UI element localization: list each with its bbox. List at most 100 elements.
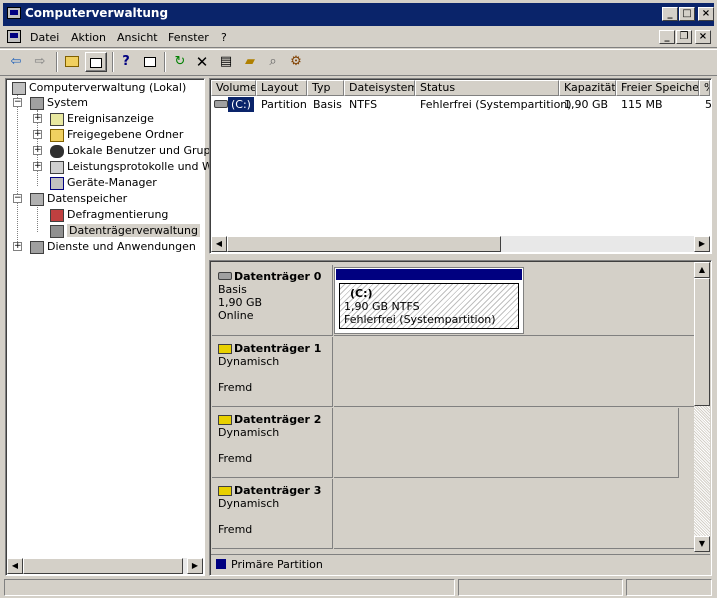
tree-root-label: Computerverwaltung (Lokal) — [29, 81, 187, 94]
warning-disk-icon — [218, 486, 232, 496]
window-title: Computerverwaltung — [25, 6, 169, 20]
disk-0-label[interactable]: Datenträger 0 Basis 1,90 GB Online — [212, 265, 333, 336]
tree-item-ereignisanzeige[interactable]: Ereignisanzeige — [50, 112, 154, 126]
storage-icon — [30, 192, 44, 206]
col-kapazitaet[interactable]: Kapazität — [559, 80, 616, 96]
expand-toggle-perf[interactable]: + — [33, 162, 42, 171]
status-cell-3 — [626, 579, 712, 596]
col-volume[interactable]: Volume — [211, 80, 256, 96]
cell-capacity: 1,90 GB — [564, 98, 609, 111]
show-hide-tree-icon[interactable] — [85, 52, 107, 72]
up-folder-icon[interactable] — [62, 52, 82, 72]
drive-icon — [214, 100, 228, 108]
partition-c[interactable]: (C:) 1,90 GB NTFS Fehlerfrei (Systempart… — [334, 267, 524, 334]
cell-fs: NTFS — [349, 98, 378, 111]
help-window-icon[interactable] — [140, 52, 160, 72]
warning-disk-icon — [218, 344, 232, 354]
list-scroll-right-button[interactable]: ▶ — [694, 236, 710, 252]
delete-icon[interactable]: ✕ — [192, 52, 212, 72]
disk-management-icon — [50, 224, 64, 238]
col-layout[interactable]: Layout — [256, 80, 307, 96]
refresh-icon[interactable]: ↻ — [170, 52, 190, 72]
cell-free: 115 MB — [621, 98, 663, 111]
col-dateisystem[interactable]: Dateisystem — [344, 80, 415, 96]
list-scroll-thumb[interactable] — [227, 236, 501, 252]
disk-0-size: 1,90 GB — [218, 296, 263, 309]
expand-toggle-shared[interactable]: + — [33, 130, 42, 139]
col-status[interactable]: Status — [415, 80, 559, 96]
tree-item-disk-management[interactable]: Datenträgerverwaltung — [50, 224, 200, 238]
legend-swatch — [216, 559, 226, 569]
back-icon[interactable]: ⇦ — [6, 52, 26, 72]
menu-ansicht[interactable]: Ansicht — [117, 31, 158, 44]
status-cell-main — [4, 579, 455, 596]
tree-item-defrag[interactable]: Defragmentierung — [50, 208, 168, 222]
col-percent[interactable]: % — [699, 80, 710, 96]
expand-toggle-services[interactable]: + — [13, 242, 22, 251]
expand-toggle-system[interactable]: − — [13, 98, 22, 107]
tree-item-local-users[interactable]: Lokale Benutzer und Gruppe — [50, 144, 224, 158]
tree-item-system[interactable]: System — [30, 96, 88, 110]
disk-0-state: Online — [218, 309, 254, 322]
shared-folder-icon — [50, 128, 64, 142]
app-menu-icon[interactable] — [7, 30, 21, 43]
search-icon[interactable]: ⌕ — [263, 52, 283, 72]
disk-2-area — [334, 408, 679, 478]
scroll-down-button[interactable]: ▼ — [694, 536, 710, 552]
cell-typ: Basis — [313, 98, 342, 111]
menu-datei[interactable]: Datei — [30, 31, 59, 44]
warning-disk-icon — [218, 415, 232, 425]
expand-toggle-storage[interactable]: − — [13, 194, 22, 203]
menu-aktion[interactable]: Aktion — [71, 31, 106, 44]
tree-item-services[interactable]: Dienste und Anwendungen — [30, 240, 196, 254]
scroll-right-button[interactable]: ▶ — [187, 558, 203, 574]
list-scroll-left-button[interactable]: ◀ — [211, 236, 227, 252]
tree-item-performance-logs[interactable]: Leistungsprotokolle und War — [50, 160, 223, 174]
tree-item-shared-folders[interactable]: Freigegebene Ordner — [50, 128, 183, 142]
partition-c-label: (C:) — [350, 287, 373, 300]
col-freier-speicher[interactable]: Freier Speicher — [616, 80, 699, 96]
menu-bar: Datei Aktion Ansicht Fenster ? _ ❐ × — [0, 26, 717, 48]
expand-toggle-events[interactable]: + — [33, 114, 42, 123]
disk-0-type: Basis — [218, 283, 247, 296]
partition-c-status: Fehlerfrei (Systempartition) — [344, 313, 496, 326]
tree-item-storage[interactable]: Datenspeicher — [30, 192, 127, 206]
partition-c-size: 1,90 GB NTFS — [344, 300, 420, 313]
minimize-button[interactable]: _ — [662, 7, 678, 21]
legend-bar: Primäre Partition — [211, 554, 710, 574]
tree-item-device-manager[interactable]: Geräte-Manager — [50, 176, 157, 190]
performance-icon — [50, 160, 64, 174]
defrag-icon — [50, 208, 64, 222]
tree-root[interactable]: Computerverwaltung (Lokal) — [12, 81, 186, 95]
disk-3-label[interactable]: Datenträger 3 Dynamisch Fremd — [212, 479, 333, 549]
disk-1-label[interactable]: Datenträger 1 Dynamisch Fremd — [212, 337, 333, 407]
system-tools-icon — [30, 96, 44, 110]
disk-1-area — [334, 337, 696, 407]
vscroll-thumb[interactable] — [694, 278, 710, 406]
properties-icon[interactable]: ▤ — [216, 52, 236, 72]
child-close-button[interactable]: × — [695, 30, 711, 44]
menu-help[interactable]: ? — [221, 31, 227, 44]
scroll-thumb[interactable] — [23, 558, 183, 574]
settings-icon[interactable]: ⚙ — [286, 52, 306, 72]
child-minimize-button[interactable]: _ — [659, 30, 675, 44]
properties-help-icon[interactable]: ? — [116, 52, 136, 72]
title-bar[interactable]: Computerverwaltung _ □ × — [0, 0, 717, 26]
status-cell-2 — [458, 579, 623, 596]
col-typ[interactable]: Typ — [307, 80, 344, 96]
close-button[interactable]: × — [698, 7, 714, 21]
table-row[interactable]: (C:) Partition Basis NTFS Fehlerfrei (Sy… — [211, 97, 712, 113]
cell-volume: (C:) — [228, 97, 254, 112]
disk-3-area — [334, 479, 696, 549]
expand-toggle-users[interactable]: + — [33, 146, 42, 155]
scroll-left-button[interactable]: ◀ — [7, 558, 23, 574]
legend-primary-partition: Primäre Partition — [231, 558, 323, 571]
forward-icon[interactable]: ⇨ — [30, 52, 50, 72]
child-restore-button[interactable]: ❐ — [676, 30, 692, 44]
scroll-up-button[interactable]: ▲ — [694, 262, 710, 278]
services-icon — [30, 240, 44, 254]
disk-2-label[interactable]: Datenträger 2 Dynamisch Fremd — [212, 408, 333, 478]
open-folder-icon[interactable]: ▰ — [240, 52, 260, 72]
menu-fenster[interactable]: Fenster — [168, 31, 209, 44]
maximize-button[interactable]: □ — [679, 7, 695, 21]
